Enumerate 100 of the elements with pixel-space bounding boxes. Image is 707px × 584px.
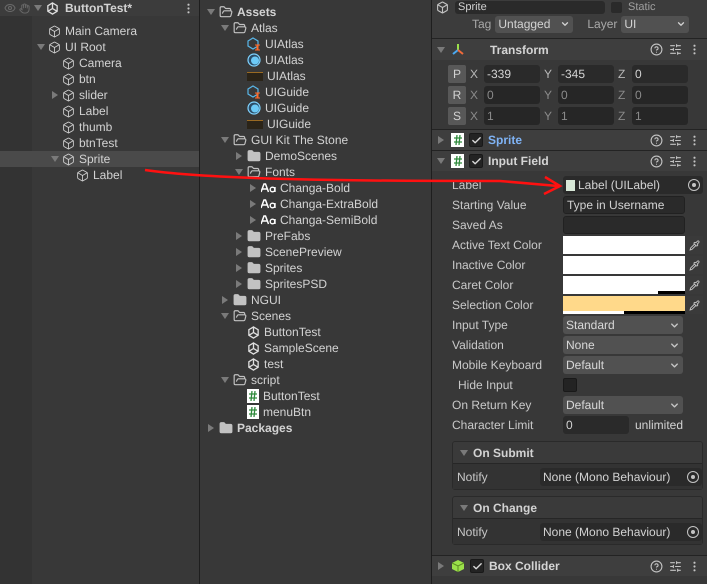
project-item[interactable]: PreFabs — [200, 228, 431, 244]
color-swatch[interactable] — [563, 296, 685, 314]
project-item[interactable]: SpritesPSD — [200, 276, 431, 292]
dropdown[interactable]: Standard — [563, 316, 683, 334]
number-field[interactable]: 0 — [558, 86, 614, 104]
number-field[interactable]: 1 — [484, 106, 540, 124]
number-field[interactable]: 1 — [632, 106, 688, 124]
hierarchy-item[interactable]: thumb — [0, 119, 199, 135]
component-header[interactable]: Transform — [432, 38, 707, 60]
project-item[interactable]: Packages — [200, 420, 431, 436]
number-field[interactable]: 0 — [563, 416, 629, 434]
hierarchy-item[interactable]: Sprite — [0, 151, 199, 167]
hierarchy-item[interactable]: Label — [0, 167, 199, 183]
presets-icon[interactable] — [669, 560, 682, 572]
collapsed-arrow-icon[interactable] — [249, 184, 257, 192]
expanded-arrow-icon[interactable] — [460, 448, 468, 456]
project-item[interactable]: menuBtn — [200, 404, 431, 420]
presets-icon[interactable] — [669, 134, 682, 146]
expanded-arrow-icon[interactable] — [460, 504, 468, 512]
project-item[interactable]: UIAtlas — [200, 36, 431, 52]
expanded-arrow-icon[interactable] — [221, 136, 229, 144]
gameobject-icon[interactable] — [436, 0, 449, 14]
project-item[interactable]: ButtonTest — [200, 388, 431, 404]
project-item[interactable]: test — [200, 356, 431, 372]
component-header[interactable]: Box Collider — [432, 555, 707, 576]
number-field[interactable]: -345 — [558, 64, 614, 82]
project-item[interactable]: ButtonTest — [200, 324, 431, 340]
color-swatch[interactable] — [563, 256, 685, 274]
number-field[interactable]: 0 — [484, 86, 540, 104]
tag-dropdown[interactable]: Untagged — [495, 16, 574, 32]
project-item[interactable]: UIGuide — [200, 84, 431, 100]
collapsed-arrow-icon[interactable] — [207, 424, 215, 432]
text-field[interactable]: Type in Username — [563, 196, 685, 214]
presets-icon[interactable] — [669, 154, 682, 168]
collapsed-arrow-icon[interactable] — [221, 296, 229, 304]
project-item[interactable]: Assets — [200, 4, 431, 20]
hierarchy-item[interactable]: UI Root — [0, 39, 199, 55]
project-item[interactable]: GUI Kit The Stone — [200, 132, 431, 148]
collapsed-arrow-icon[interactable] — [235, 280, 243, 288]
scene-header[interactable]: ButtonTest* — [0, 0, 199, 16]
number-field[interactable]: 0 — [632, 86, 688, 104]
event-title[interactable]: On Change — [473, 498, 538, 516]
expanded-arrow-icon[interactable] — [207, 8, 215, 16]
help-icon[interactable] — [650, 560, 663, 572]
transform-button[interactable]: R — [448, 86, 466, 104]
help-icon[interactable] — [650, 154, 663, 168]
expanded-arrow-icon[interactable] — [34, 4, 42, 12]
object-field[interactable]: Label (UILabel) — [563, 176, 703, 194]
expanded-arrow-icon[interactable] — [221, 376, 229, 384]
project-item[interactable]: Changa-ExtraBold — [200, 196, 431, 212]
component-header[interactable]: Sprite — [432, 129, 707, 150]
project-item[interactable]: UIAtlas — [200, 68, 431, 84]
project-item[interactable]: ScenePreview — [200, 244, 431, 260]
object-picker-icon[interactable] — [688, 179, 700, 191]
expanded-arrow-icon[interactable] — [221, 312, 229, 320]
project-item[interactable]: UIGuide — [200, 100, 431, 116]
expanded-arrow-icon[interactable] — [437, 157, 445, 165]
dropdown[interactable]: Default — [563, 396, 683, 414]
hierarchy-item[interactable]: Main Camera — [0, 23, 199, 39]
collapsed-arrow-icon[interactable] — [235, 232, 243, 240]
project-item[interactable]: Sprites — [200, 260, 431, 276]
project-item[interactable]: script — [200, 372, 431, 388]
name-field[interactable]: Sprite — [455, 0, 605, 14]
hierarchy-item[interactable]: btn — [0, 71, 199, 87]
project-item[interactable]: Changa-Bold — [200, 180, 431, 196]
layer-dropdown[interactable]: UI — [621, 16, 690, 32]
transform-button[interactable]: P — [448, 64, 466, 82]
collapsed-arrow-icon[interactable] — [437, 136, 445, 144]
visibility-icon[interactable] — [4, 2, 16, 14]
expanded-arrow-icon[interactable] — [235, 168, 243, 176]
collapsed-arrow-icon[interactable] — [51, 91, 59, 99]
project-item[interactable]: Atlas — [200, 20, 431, 36]
checkbox[interactable] — [469, 154, 483, 168]
hierarchy-item[interactable]: Camera — [0, 55, 199, 71]
pick-icon[interactable] — [19, 2, 30, 14]
expanded-arrow-icon[interactable] — [437, 46, 445, 54]
color-swatch[interactable] — [563, 236, 685, 254]
expanded-arrow-icon[interactable] — [51, 155, 59, 163]
help-icon[interactable] — [650, 134, 663, 146]
expanded-arrow-icon[interactable] — [37, 43, 45, 51]
dropdown[interactable]: Default — [563, 356, 683, 374]
checkbox[interactable] — [563, 378, 577, 392]
object-picker-icon[interactable] — [687, 526, 699, 538]
number-field[interactable]: 1 — [558, 106, 614, 124]
project-item[interactable]: DemoScenes — [200, 148, 431, 164]
presets-icon[interactable] — [669, 43, 682, 56]
project-item[interactable]: Scenes — [200, 308, 431, 324]
collapsed-arrow-icon[interactable] — [235, 248, 243, 256]
expanded-arrow-icon[interactable] — [221, 24, 229, 32]
hierarchy-item[interactable]: btnTest — [0, 135, 199, 151]
object-field[interactable]: None (Mono Behaviour) — [540, 522, 702, 540]
object-field[interactable]: None (Mono Behaviour) — [540, 468, 702, 486]
project-item[interactable]: Fonts — [200, 164, 431, 180]
checkbox[interactable] — [469, 133, 483, 147]
help-icon[interactable] — [650, 43, 663, 56]
project-item[interactable]: UIGuide — [200, 116, 431, 132]
collapsed-arrow-icon[interactable] — [249, 200, 257, 208]
dropdown[interactable]: None — [563, 336, 683, 354]
transform-button[interactable]: S — [448, 106, 466, 124]
number-field[interactable]: -339 — [484, 64, 540, 82]
